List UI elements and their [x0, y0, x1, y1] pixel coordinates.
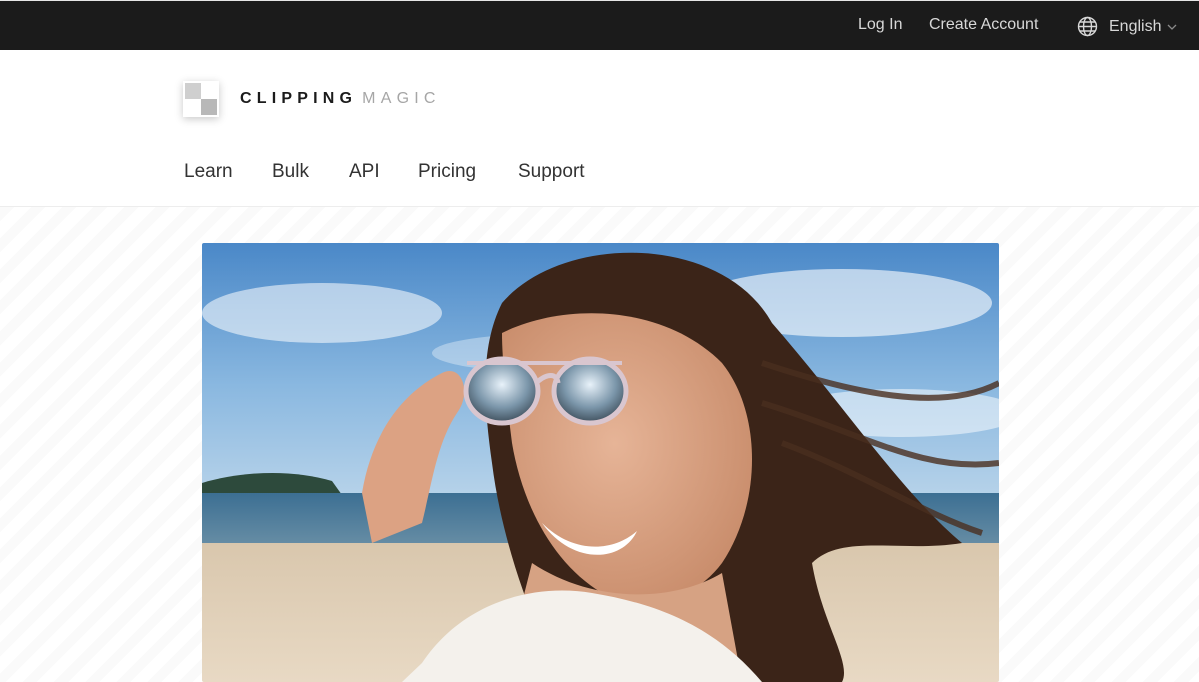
nav-item-support[interactable]: Support — [518, 161, 585, 183]
brand-name-bold: CLIPPING — [240, 90, 358, 107]
nav-item-bulk[interactable]: Bulk — [272, 161, 309, 183]
hero-image — [202, 243, 999, 682]
create-account-link[interactable]: Create Account — [929, 16, 1038, 34]
language-selector[interactable]: English — [1077, 16, 1188, 37]
beach-portrait-photo — [202, 243, 999, 682]
nav-item-learn[interactable]: Learn — [184, 161, 233, 183]
language-label: English — [1109, 17, 1162, 35]
site-header — [0, 50, 1199, 207]
brand-logo[interactable]: CLIPPING MAGIC — [240, 90, 441, 108]
login-link[interactable]: Log In — [858, 16, 902, 34]
brand-name-light: MAGIC — [362, 90, 441, 107]
chevron-down-icon — [1168, 24, 1177, 30]
top-bar: Log In Create Account English — [0, 0, 1199, 50]
nav-item-api[interactable]: API — [349, 161, 380, 183]
checkerboard-logo-icon[interactable] — [183, 81, 219, 117]
nav-item-pricing[interactable]: Pricing — [418, 161, 476, 183]
globe-icon — [1077, 16, 1098, 37]
